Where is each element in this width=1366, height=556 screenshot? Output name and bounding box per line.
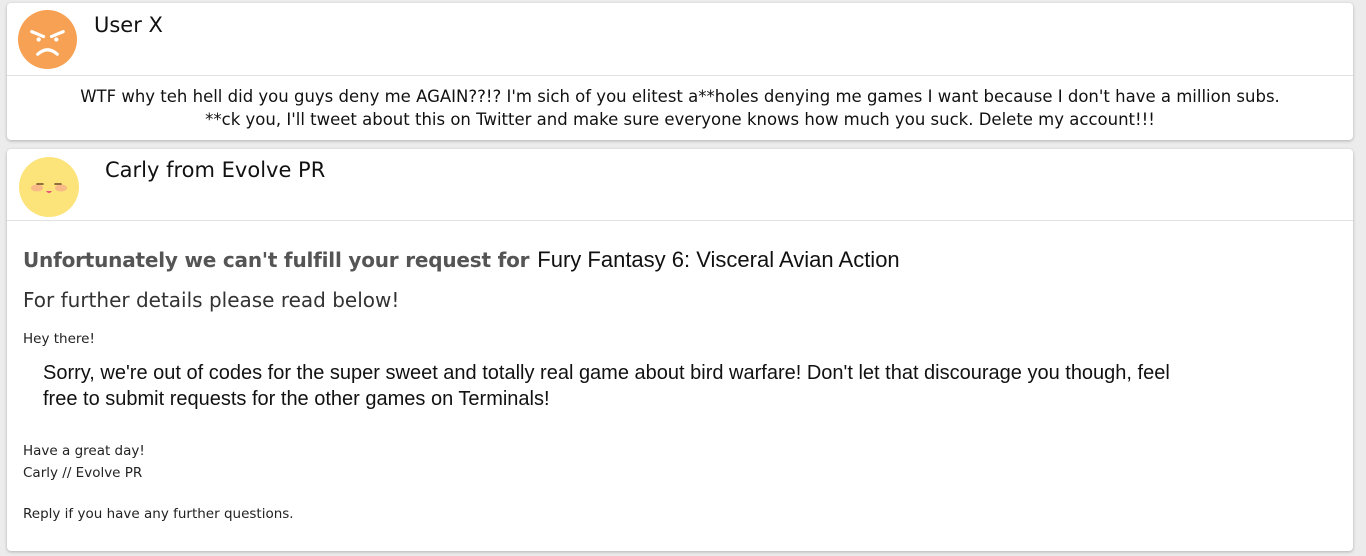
sender-name: Carly from Evolve PR <box>105 158 326 182</box>
signoff: Have a great day! Carly // Evolve PR <box>23 440 145 484</box>
message-line: WTF why teh hell did you guys deny me AG… <box>80 87 1280 106</box>
game-title: Fury Fantasy 6: Visceral Avian Action <box>537 247 900 272</box>
response-line: free to submit requests for the other ga… <box>43 388 550 410</box>
message-card-user-x: User X WTF why teh hell did you guys den… <box>7 3 1353 140</box>
response-heading: Unfortunately we can't fulfill your requ… <box>23 247 900 273</box>
message-header: Carly from Evolve PR <box>7 149 1353 221</box>
angry-face-icon <box>18 10 77 69</box>
message-header: User X <box>7 3 1353 76</box>
response-text: Sorry, we're out of codes for the super … <box>43 360 1313 412</box>
sub-heading: For further details please read below! <box>23 288 400 312</box>
signoff-signature: Carly // Evolve PR <box>23 465 143 481</box>
blushing-face-icon <box>19 157 79 217</box>
response-line: Sorry, we're out of codes for the super … <box>43 362 1170 384</box>
signoff-line: Have a great day! <box>23 443 145 459</box>
heading-prefix: Unfortunately we can't fulfill your requ… <box>23 248 530 272</box>
message-text: WTF why teh hell did you guys deny me AG… <box>7 76 1353 131</box>
greeting-text: Hey there! <box>23 331 95 347</box>
message-line: **ck you, I'll tweet about this on Twitt… <box>205 110 1155 129</box>
reply-note: Reply if you have any further questions. <box>23 506 294 522</box>
message-card-carly: Carly from Evolve PR Unfortunately we ca… <box>7 149 1353 551</box>
sender-name: User X <box>94 13 163 37</box>
